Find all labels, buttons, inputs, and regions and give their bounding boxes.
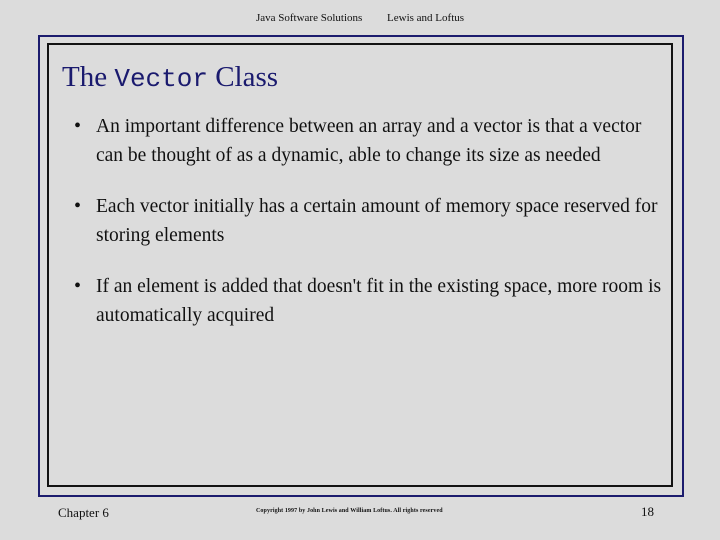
- footer-page-number: 18: [641, 504, 654, 519]
- bullet-marker-icon: •: [74, 115, 82, 137]
- slide-running-header: Java Software Solutions Lewis and Loftus: [0, 12, 720, 24]
- list-item: • If an element is added that doesn't fi…: [74, 272, 664, 330]
- slide-title-prefix: The: [62, 61, 115, 93]
- bullet-text: If an element is added that doesn't fit …: [96, 276, 662, 326]
- bullet-marker-icon: •: [74, 195, 82, 217]
- bullet-text: Each vector initially has a certain amou…: [96, 196, 658, 246]
- running-header-book-title: Java Software Solutions: [255, 12, 363, 24]
- running-header-authors: Lewis and Loftus: [387, 12, 465, 24]
- list-item: • Each vector initially has a certain am…: [74, 192, 664, 250]
- slide-title-code-term: Vector: [114, 64, 208, 94]
- bullet-marker-icon: •: [74, 275, 82, 297]
- slide-title-suffix: Class: [207, 61, 279, 93]
- footer-copyright-notice: Copyright 1997 by John Lewis and William…: [256, 508, 443, 514]
- footer-chapter-label: Chapter 6: [58, 505, 109, 520]
- slide-bullet-list: • An important difference between an arr…: [74, 112, 664, 352]
- list-item: • An important difference between an arr…: [74, 112, 664, 170]
- slide-title: The Vector Class: [62, 62, 278, 93]
- bullet-text: An important difference between an array…: [96, 116, 642, 166]
